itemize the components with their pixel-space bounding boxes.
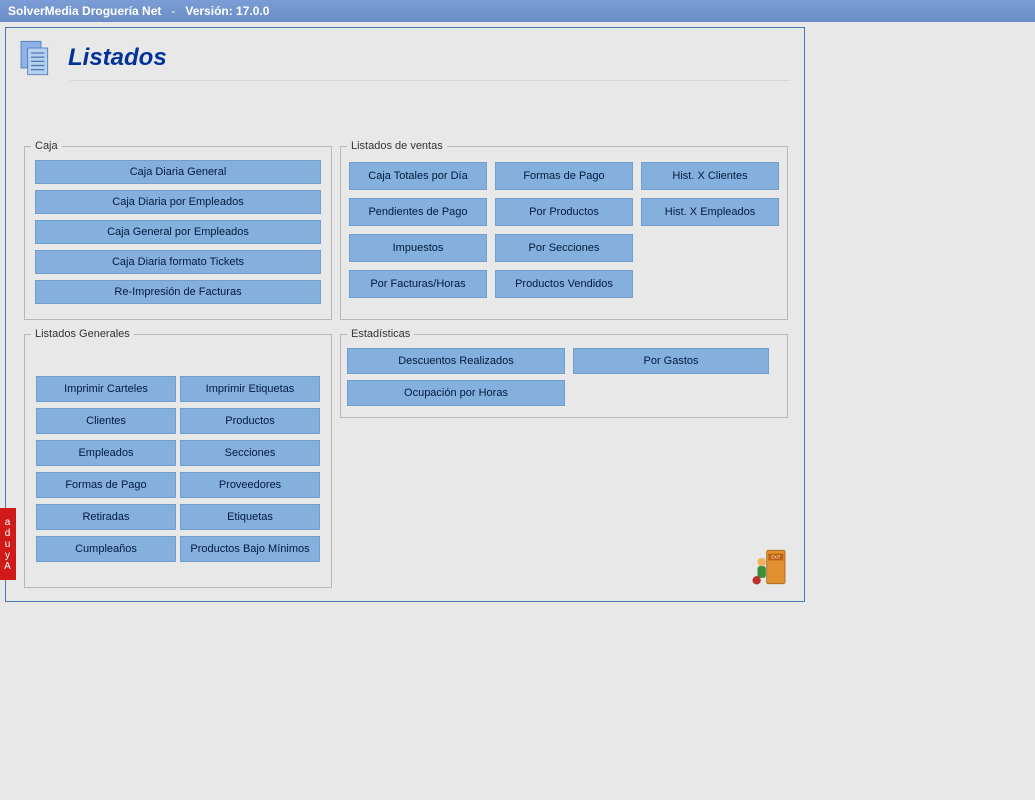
btn-productos-vendidos[interactable]: Productos Vendidos [495,270,633,298]
btn-caja-diaria-general[interactable]: Caja Diaria General [35,160,321,184]
group-ventas-legend: Listados de ventas [347,140,447,152]
btn-imprimir-carteles[interactable]: Imprimir Carteles [36,376,176,402]
main-panel: Listados Caja Caja Diaria General Caja D… [5,27,805,602]
group-estadisticas: Estadísticas Descuentos Realizados Por G… [340,328,788,418]
btn-imprimir-etiquetas[interactable]: Imprimir Etiquetas [180,376,320,402]
group-caja: Caja Caja Diaria General Caja Diaria por… [24,140,332,320]
page-header: Listados [6,28,804,80]
btn-formas-de-pago[interactable]: Formas de Pago [36,472,176,498]
btn-por-productos[interactable]: Por Productos [495,198,633,226]
group-stats-legend: Estadísticas [347,328,414,340]
btn-descuentos-realizados[interactable]: Descuentos Realizados [347,348,565,374]
listados-icon [16,38,56,78]
ayuda-tab[interactable]: Ayuda [0,508,16,580]
btn-impuestos[interactable]: Impuestos [349,234,487,262]
btn-secciones[interactable]: Secciones [180,440,320,466]
window-titlebar: SolverMedia Droguería Net - Versión: 17.… [0,0,1035,22]
btn-empleados[interactable]: Empleados [36,440,176,466]
app-version: Versión: 17.0.0 [185,4,269,18]
group-generales-legend: Listados Generales [31,328,134,340]
exit-button[interactable]: EXIT [750,547,790,587]
group-listados-ventas: Listados de ventas Caja Totales por Día … [340,140,788,320]
btn-caja-general-empleados[interactable]: Caja General por Empleados [35,220,321,244]
btn-pendientes-pago[interactable]: Pendientes de Pago [349,198,487,226]
btn-por-facturas-horas[interactable]: Por Facturas/Horas [349,270,487,298]
btn-ventas-formas-pago[interactable]: Formas de Pago [495,162,633,190]
btn-caja-totales-dia[interactable]: Caja Totales por Día [349,162,487,190]
btn-caja-diaria-tickets[interactable]: Caja Diaria formato Tickets [35,250,321,274]
btn-productos-bajo-minimos[interactable]: Productos Bajo Mínimos [180,536,320,562]
btn-hist-clientes[interactable]: Hist. X Clientes [641,162,779,190]
header-divider [70,80,790,81]
btn-reimpresion-facturas[interactable]: Re-Impresión de Facturas [35,280,321,304]
app-name: SolverMedia Droguería Net [8,4,161,18]
btn-ocupacion-horas[interactable]: Ocupación por Horas [347,380,565,406]
btn-etiquetas[interactable]: Etiquetas [180,504,320,530]
btn-retiradas[interactable]: Retiradas [36,504,176,530]
titlebar-separator: - [171,4,175,18]
btn-por-gastos[interactable]: Por Gastos [573,348,769,374]
btn-productos[interactable]: Productos [180,408,320,434]
btn-hist-empleados[interactable]: Hist. X Empleados [641,198,779,226]
page-title: Listados [68,44,167,72]
btn-caja-diaria-empleados[interactable]: Caja Diaria por Empleados [35,190,321,214]
group-caja-legend: Caja [31,140,62,152]
btn-cumpleanos[interactable]: Cumpleaños [36,536,176,562]
btn-por-secciones[interactable]: Por Secciones [495,234,633,262]
btn-proveedores[interactable]: Proveedores [180,472,320,498]
btn-clientes[interactable]: Clientes [36,408,176,434]
group-listados-generales: Listados Generales Imprimir Carteles Imp… [24,328,332,588]
svg-text:EXIT: EXIT [771,555,781,560]
